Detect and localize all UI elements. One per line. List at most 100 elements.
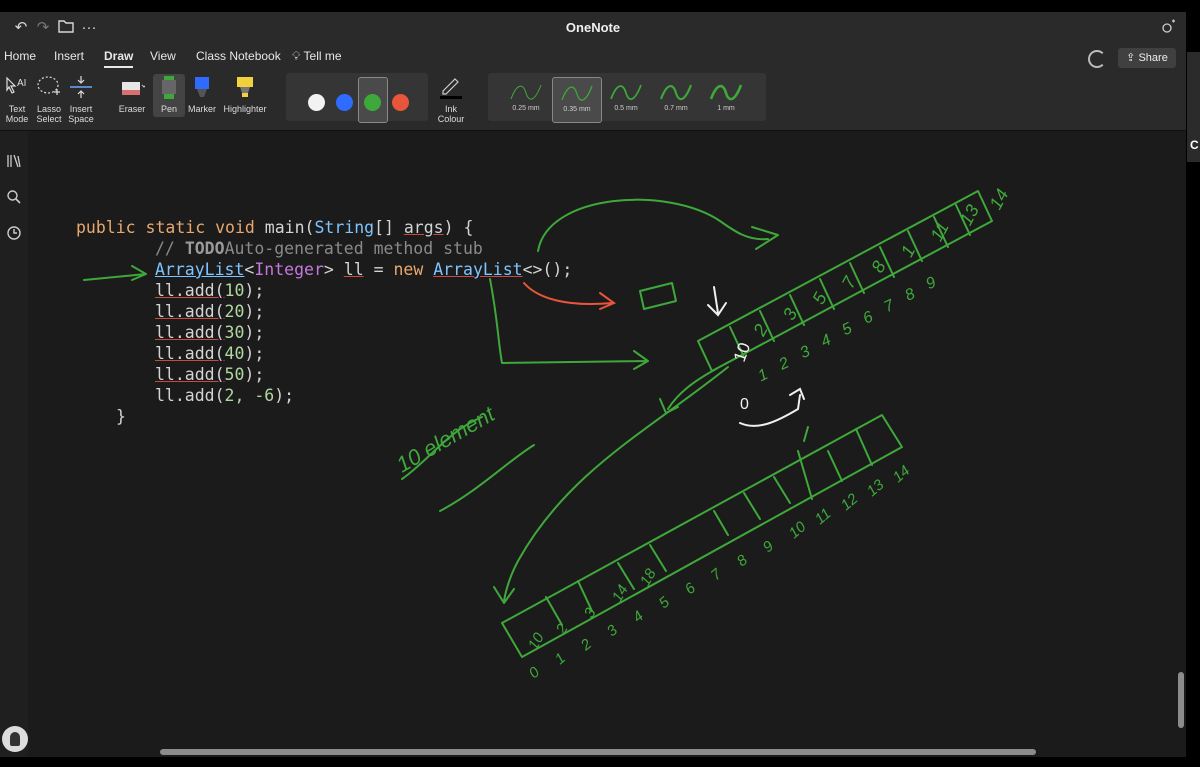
color-swatch-green[interactable]: [364, 94, 381, 111]
horizontal-scrollbar[interactable]: [160, 749, 1036, 755]
ink-bottom-index: 12: [838, 490, 862, 514]
eraser-label: Eraser: [118, 104, 146, 114]
ink-colour-label-2: Colour: [437, 114, 465, 124]
eraser-icon: [119, 74, 147, 100]
tab-insert[interactable]: Insert: [54, 49, 84, 63]
tab-draw[interactable]: Draw: [104, 49, 134, 68]
ink-bottom-index: 2: [577, 635, 596, 654]
onenote-window: ↶ ↷ ··· OneNote Home Insert Draw View Cl…: [0, 12, 1186, 757]
ink-colour-label-1: Ink: [444, 104, 457, 114]
eraser-button[interactable]: Eraser: [115, 74, 149, 114]
tab-class-notebook[interactable]: Class Notebook: [196, 49, 281, 63]
ink-top-index: 9: [924, 274, 939, 293]
user-settings-icon[interactable]: [1160, 19, 1178, 37]
thickness-label: 0.35 mm: [563, 106, 591, 113]
ink-white-index: 0: [740, 396, 749, 413]
highlighter-button[interactable]: Highlighter: [220, 74, 270, 114]
pen-button[interactable]: Pen: [153, 74, 185, 117]
ink-bottom-index: 6: [682, 579, 700, 598]
thickness-0-5[interactable]: 0.5 mm: [602, 77, 650, 121]
ink-bottom-box-value: 18: [637, 565, 660, 589]
menu-bar: Home Insert Draw View Class Notebook 💡︎ …: [0, 44, 1186, 70]
lasso-select-button[interactable]: Lasso Select: [35, 74, 63, 124]
ink-white-down-arrow: [707, 286, 727, 317]
marker-button[interactable]: Marker: [186, 74, 218, 114]
ink-top-box-value: 1: [897, 242, 919, 260]
ink-top-index: 1: [756, 366, 771, 385]
ink-small-box: [639, 282, 677, 310]
share-icon: ⇪: [1126, 52, 1139, 64]
ink-bottom-box-value: 14: [609, 582, 632, 605]
ink-white-value: 10: [730, 340, 754, 364]
text-mode-label-1: Text: [8, 104, 26, 114]
thickness-0-7[interactable]: 0.7 mm: [652, 77, 700, 121]
ink-top-index: 7: [882, 296, 898, 316]
tell-me-search[interactable]: 💡︎ Tell me: [292, 49, 342, 64]
marker-label: Marker: [187, 104, 216, 114]
navigation-rail: [0, 131, 28, 757]
ink-top-box-value: 3: [779, 305, 801, 323]
insert-space-label-1: Insert: [69, 104, 93, 114]
ink-colour-button[interactable]: Ink Colour: [432, 74, 471, 124]
ink-bottom-index: 0: [526, 663, 544, 682]
ink-bottom-index: 13: [864, 476, 888, 500]
tab-home[interactable]: Home: [4, 49, 36, 63]
note-canvas[interactable]: public static void main(String[] args) {…: [28, 131, 1176, 744]
thickness-label: 0.25 mm: [512, 105, 540, 112]
ink-bottom-index: 5: [656, 593, 674, 612]
ink-white-bracket: [739, 387, 805, 427]
ink-top-index: 3: [798, 343, 813, 362]
ink-top-index: 6: [861, 308, 876, 327]
ink-top-box-value: 5: [808, 288, 831, 307]
highlighter-icon: [232, 74, 258, 100]
lasso-label-2: Select: [36, 114, 62, 124]
thickness-label: 0.7 mm: [664, 105, 688, 112]
share-button[interactable]: ⇪ Share: [1118, 48, 1176, 68]
ink-top-box-value: 11: [926, 218, 952, 244]
vertical-scrollbar[interactable]: [1178, 672, 1184, 728]
ink-bottom-index: 1: [552, 650, 569, 668]
ink-top-index: 8: [903, 285, 918, 304]
ink-top-box-value: 2: [749, 321, 772, 340]
svg-text:AI: AI: [17, 78, 26, 89]
ink-arrow-left: [83, 265, 147, 281]
thickness-label: 1 mm: [717, 105, 735, 112]
ink-top-index: 4: [819, 331, 834, 350]
search-icon[interactable]: [5, 189, 23, 207]
text-mode-button[interactable]: AI Text Mode: [4, 74, 30, 124]
notebooks-icon[interactable]: [5, 153, 23, 171]
insert-space-icon: [68, 74, 94, 100]
insert-space-button[interactable]: Insert Space: [67, 74, 95, 124]
color-swatch-white[interactable]: [308, 94, 325, 111]
tab-view[interactable]: View: [150, 49, 176, 63]
color-swatch-red[interactable]: [392, 94, 409, 111]
ink-bottom-index: 8: [734, 551, 752, 570]
ink-down-arrow: [659, 368, 717, 414]
lightbulb-icon: 💡︎: [292, 49, 301, 63]
thickness-1[interactable]: 1 mm: [702, 77, 750, 121]
ink-tick: [803, 426, 809, 442]
draw-ribbon: AI Text Mode Lasso Select Insert Space E…: [0, 70, 1186, 131]
ink-curve-arrow-top: [537, 198, 779, 252]
highlighter-label: Highlighter: [223, 104, 267, 114]
ink-red-arrow: [523, 282, 617, 310]
ink-long-arrow: [493, 366, 729, 604]
ink-top-box-value: 14: [985, 186, 1012, 213]
share-label: Share: [1138, 52, 1168, 64]
pen-thickness-group: 0.25 mm 0.35 mm 0.5 mm 0.7 mm 1 mm: [488, 73, 766, 123]
thickness-0-35[interactable]: 0.35 mm: [552, 77, 602, 123]
sync-icon[interactable]: [1088, 50, 1106, 68]
color-swatch-blue[interactable]: [336, 94, 353, 111]
avatar[interactable]: [2, 726, 28, 752]
text-mode-label-2: Mode: [5, 114, 29, 124]
thickness-0-25[interactable]: 0.25 mm: [502, 77, 550, 121]
ink-bottom-index: 4: [630, 608, 647, 626]
insert-space-label-2: Space: [68, 114, 94, 124]
thickness-stroke-icon: [660, 84, 692, 101]
marker-icon: [189, 74, 215, 100]
tell-me-label: Tell me: [303, 49, 342, 63]
recent-clock-icon[interactable]: [5, 225, 23, 243]
ink-top-index-values: 123456789: [756, 274, 939, 385]
ink-bottom-index: 14: [890, 462, 914, 486]
lasso-icon: [36, 74, 62, 100]
